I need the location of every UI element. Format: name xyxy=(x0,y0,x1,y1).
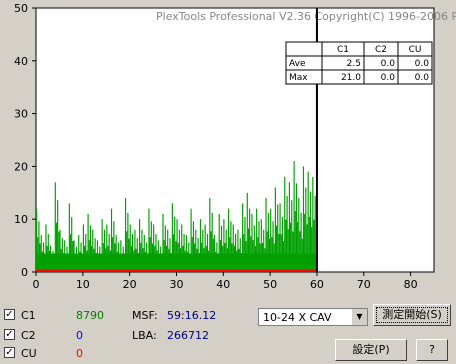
c2-checkbox[interactable]: ✓ xyxy=(4,329,15,340)
stats-cell: 0.0 xyxy=(381,59,396,69)
x-tick-label: 70 xyxy=(357,278,371,291)
x-tick-label: 40 xyxy=(216,278,230,291)
cu-checkbox[interactable]: ✓ xyxy=(4,347,15,358)
y-tick-label: 50 xyxy=(14,2,28,15)
c1-baseline-fill xyxy=(36,253,317,272)
y-tick-label: 10 xyxy=(14,213,28,226)
stats-cell: 21.0 xyxy=(341,73,361,83)
speed-select[interactable]: 10-24 X CAV ▼ xyxy=(258,308,368,326)
speed-select-value: 10-24 X CAV xyxy=(263,311,332,324)
c1-label: C1 xyxy=(21,309,36,322)
stats-header-cell: CU xyxy=(409,45,422,55)
stats-cell: 0.0 xyxy=(415,59,430,69)
stats-cell: Max xyxy=(289,73,308,83)
x-tick-label: 80 xyxy=(404,278,418,291)
chevron-down-icon[interactable]: ▼ xyxy=(351,309,367,325)
stats-cell: 0.0 xyxy=(415,73,430,83)
error-rate-plot: PlexTools Professional V2.36 Copyright(C… xyxy=(0,0,456,296)
start-test-button[interactable]: 測定開始(S) xyxy=(373,304,451,326)
cu-row: ✓ CU 0 xyxy=(0,344,260,364)
c1-row: ✓ C1 8790 MSF: 59:16.12 xyxy=(0,306,260,326)
chart-title: PlexTools Professional V2.36 Copyright(C… xyxy=(156,10,456,23)
x-tick-label: 0 xyxy=(33,278,40,291)
y-tick-label: 40 xyxy=(14,55,28,68)
plextools-window: PlexTools Professional V2.36 Copyright(C… xyxy=(0,0,456,364)
cu-count: 0 xyxy=(76,347,83,360)
c1-checkbox[interactable]: ✓ xyxy=(4,309,15,320)
settings-button[interactable]: 設定(P) xyxy=(335,339,407,361)
x-tick-label: 30 xyxy=(169,278,183,291)
help-button[interactable]: ? xyxy=(416,339,448,361)
x-tick-label: 50 xyxy=(263,278,277,291)
c2-label: C2 xyxy=(21,329,36,342)
y-tick-label: 0 xyxy=(21,266,28,279)
x-tick-label: 60 xyxy=(310,278,324,291)
stats-cell: Ave xyxy=(289,59,306,69)
msf-value: 59:16.12 xyxy=(167,309,217,322)
y-tick-label: 30 xyxy=(14,108,28,121)
stats-cell: 0.0 xyxy=(381,73,396,83)
lba-value: 266712 xyxy=(167,329,209,342)
c1-count: 8790 xyxy=(76,309,104,322)
stats-header-cell: C1 xyxy=(337,45,349,55)
msf-label: MSF: xyxy=(132,309,158,322)
lba-label: LBA: xyxy=(132,329,157,342)
x-tick-label: 10 xyxy=(76,278,90,291)
cu-label: CU xyxy=(21,347,37,360)
stats-cell: 2.5 xyxy=(347,59,361,69)
stats-header-cell: C2 xyxy=(375,45,387,55)
y-tick-label: 20 xyxy=(14,160,28,173)
plot-svg: PlexTools Professional V2.36 Copyright(C… xyxy=(14,2,456,291)
c2-count: 0 xyxy=(76,329,83,342)
x-tick-label: 20 xyxy=(123,278,137,291)
c2-row: ✓ C2 0 LBA: 266712 xyxy=(0,326,260,346)
